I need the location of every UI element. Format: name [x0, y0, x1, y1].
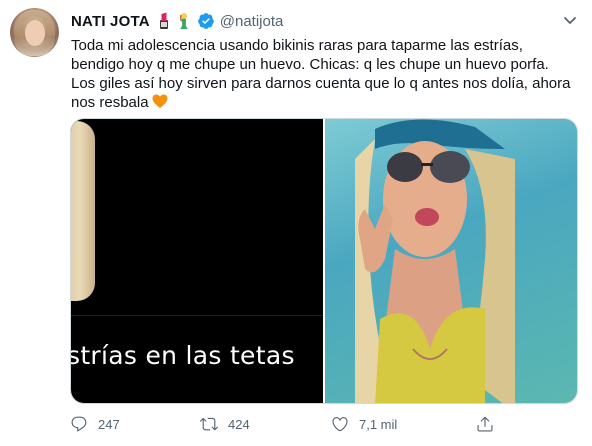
phone-edge — [71, 121, 95, 301]
share-icon — [477, 416, 493, 432]
like-button[interactable]: 7,1 mil — [331, 410, 397, 438]
reply-icon — [71, 416, 87, 432]
retweet-button[interactable]: 424 — [200, 410, 250, 438]
tweet-header: NATI JOTA @natijota — [71, 10, 283, 32]
retweet-count: 424 — [228, 416, 250, 432]
media-grid: strías en las tetas — [70, 118, 578, 404]
media-image-right[interactable] — [325, 119, 577, 403]
heart-icon — [332, 417, 348, 432]
orange-heart-emoji-icon — [152, 94, 168, 108]
name-emojis — [156, 12, 192, 30]
tweet: NATI JOTA @natijota Toda mi adolescencia… — [0, 0, 592, 446]
chevron-down-icon — [564, 17, 576, 24]
reply-button[interactable]: 247 — [70, 410, 120, 438]
like-count: 7,1 mil — [359, 416, 398, 432]
avatar-face — [25, 20, 45, 46]
more-options-button[interactable] — [556, 8, 584, 32]
tweet-actions: 247 424 7,1 mil — [0, 410, 592, 438]
avatar[interactable] — [10, 8, 59, 57]
tweet-text: Toda mi adolescencia usando bikinis rara… — [71, 36, 583, 112]
photo-woman-sunglasses-icon — [355, 119, 515, 403]
share-button[interactable] — [476, 410, 494, 438]
image-caption-text: strías en las tetas — [71, 341, 295, 370]
divider — [71, 315, 323, 316]
media-image-left[interactable]: strías en las tetas — [71, 119, 323, 403]
retweet-icon — [200, 417, 218, 431]
tweet-body: Toda mi adolescencia usando bikinis rara… — [71, 37, 571, 111]
mermaid-emoji-icon — [179, 13, 188, 29]
user-handle[interactable]: @natijota — [220, 13, 284, 30]
display-name[interactable]: NATI JOTA — [71, 13, 150, 30]
reply-count: 247 — [98, 416, 120, 432]
lipstick-emoji-icon — [159, 12, 168, 29]
verified-badge-icon — [197, 13, 214, 29]
